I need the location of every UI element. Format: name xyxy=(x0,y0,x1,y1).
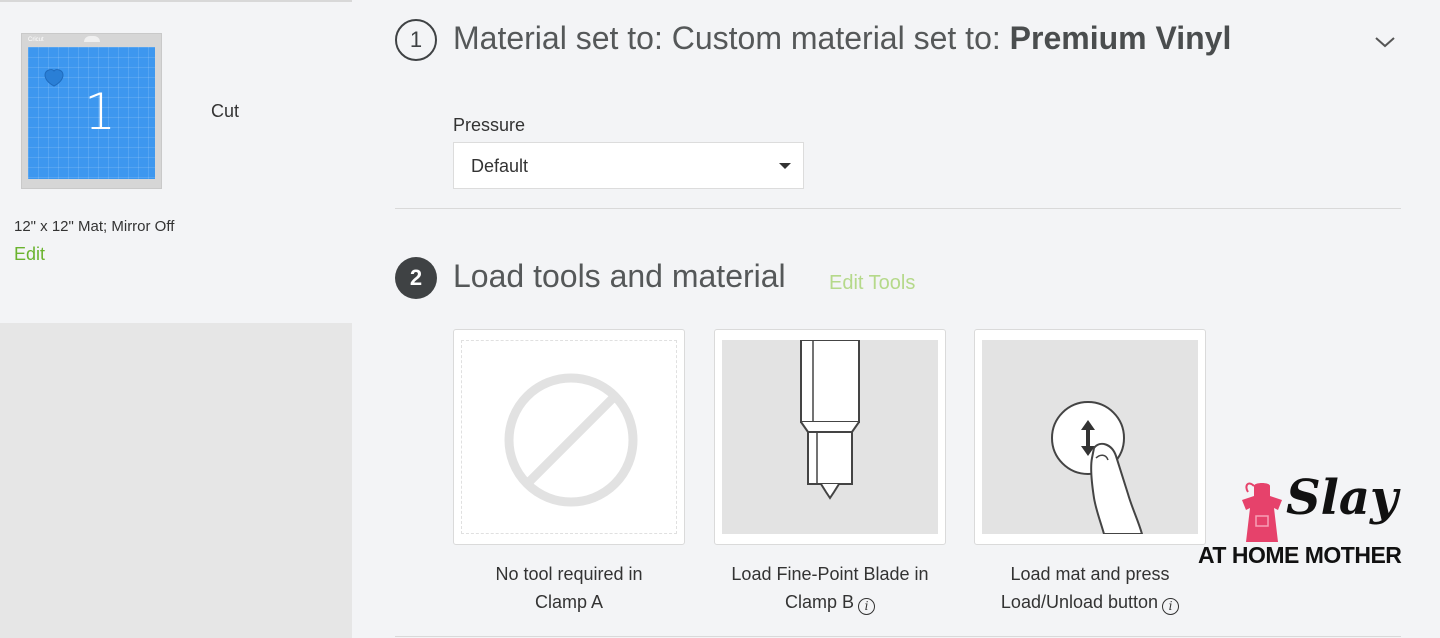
tool-card-clamp-b xyxy=(714,329,946,545)
info-icon[interactable]: i xyxy=(858,598,876,615)
tool-caption-line2: Clamp A xyxy=(534,592,604,612)
step-2-title: Load tools and material xyxy=(453,258,786,294)
load-unload-illustration xyxy=(982,340,1198,535)
tool-caption-line2: Load/Unload button xyxy=(1000,592,1159,612)
pressure-selected-value: Default xyxy=(471,156,529,176)
press-button-icon xyxy=(1051,401,1144,535)
info-icon[interactable]: i xyxy=(1162,598,1180,615)
tool-caption-line1: No tool required in xyxy=(495,564,643,584)
prohibited-icon xyxy=(504,373,638,507)
tool-caption-load-mat: Load mat and press Load/Unload button i xyxy=(974,560,1206,616)
watermark-brand-text: AT HOME MOTHER xyxy=(1198,542,1402,568)
mat-card[interactable]: Cricut 1 Cut 12" x 12" Mat; Mirror Off E… xyxy=(0,0,352,323)
pressure-select[interactable]: Default xyxy=(453,142,804,189)
mat-brand-label: Cricut xyxy=(28,37,44,43)
edit-tools-link[interactable]: Edit Tools xyxy=(829,272,915,295)
tool-caption-clamp-b: Load Fine-Point Blade in Clamp Bi xyxy=(714,560,946,616)
tool-caption-line1: Load Fine-Point Blade in xyxy=(731,564,929,584)
tool-card-clamp-a xyxy=(453,329,685,545)
tool-card-load-mat xyxy=(974,329,1206,545)
mat-number: 1 xyxy=(84,83,116,141)
blade-illustration xyxy=(722,339,938,534)
tool-caption-clamp-a: No tool required in Clamp A xyxy=(453,560,685,616)
left-sidebar: Cricut 1 Cut 12" x 12" Mat; Mirror Off E… xyxy=(0,0,352,638)
pressure-label: Pressure xyxy=(453,115,526,135)
section-divider xyxy=(395,636,1401,637)
section-divider xyxy=(395,208,1401,209)
mat-surface: 1 xyxy=(28,47,155,179)
mat-notch xyxy=(84,36,100,42)
watermark-logo: Slay AT HOME MOTHER xyxy=(1198,470,1434,580)
tool-caption-line1: Load mat and press xyxy=(1010,564,1170,584)
no-tool-illustration xyxy=(461,340,677,534)
apron-icon xyxy=(1242,482,1282,542)
mat-preview-thumbnail[interactable]: Cricut 1 xyxy=(21,33,162,189)
operation-label: Cut xyxy=(211,101,240,121)
fine-point-blade-icon xyxy=(800,339,860,500)
step-1-title-prefix: Material set to: Custom material set to: xyxy=(453,20,1010,56)
edit-mat-link[interactable]: Edit xyxy=(14,244,45,265)
step-1-title: Material set to: Custom material set to:… xyxy=(453,20,1231,57)
mat-info-text: 12" x 12" Mat; Mirror Off xyxy=(14,218,175,235)
tool-caption-line2: Clamp B xyxy=(784,592,855,612)
caret-down-icon xyxy=(779,163,791,169)
step-1-badge: 1 xyxy=(395,19,437,61)
watermark-script-text: Slay xyxy=(1286,470,1398,526)
step-2-badge: 2 xyxy=(395,257,437,299)
chevron-down-icon[interactable] xyxy=(1374,34,1396,50)
material-name: Premium Vinyl xyxy=(1009,20,1232,56)
